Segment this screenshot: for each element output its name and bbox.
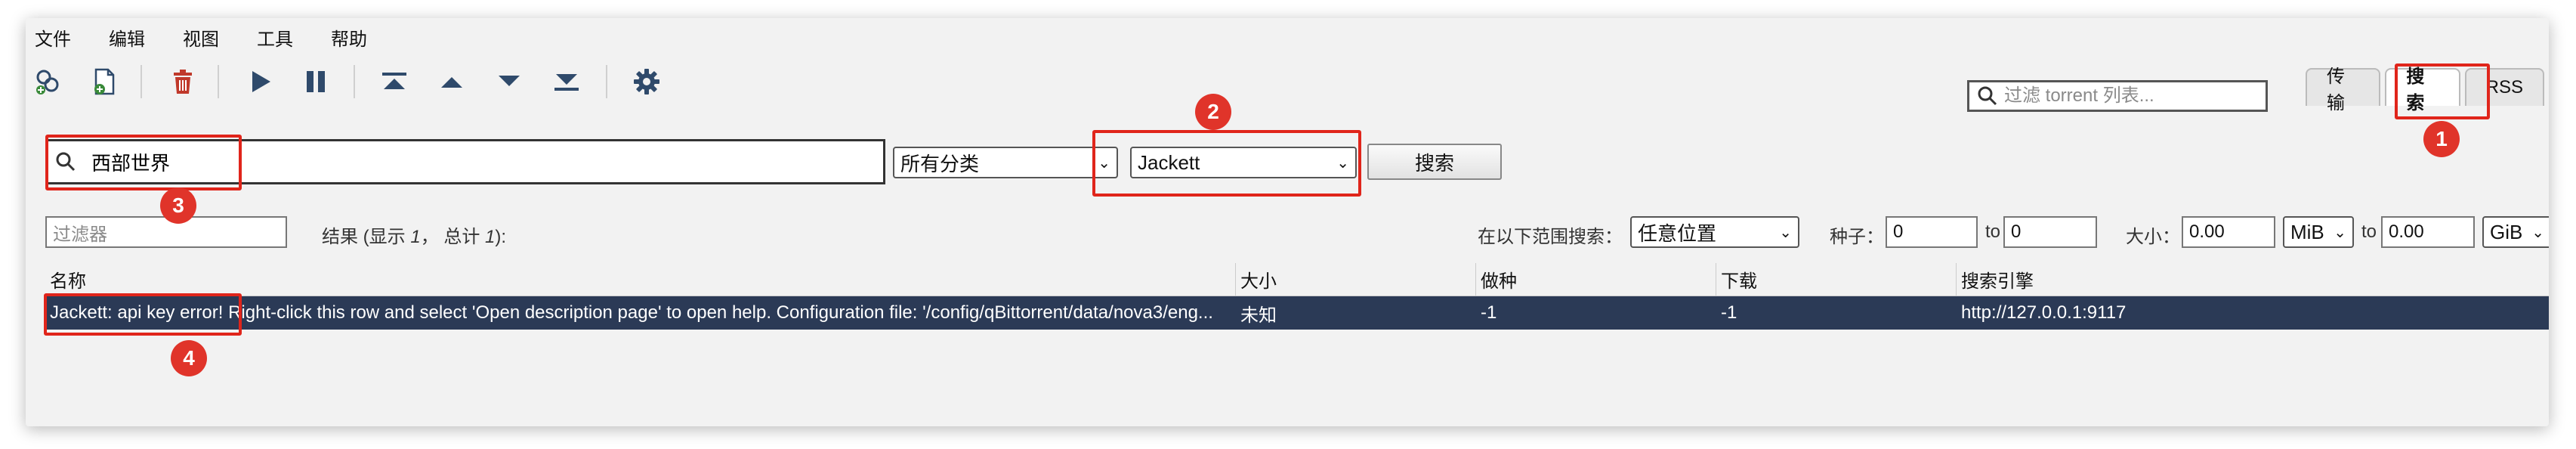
move-up-button[interactable]: [435, 65, 468, 98]
chevron-down-icon: ⌄: [2531, 224, 2544, 241]
category-select[interactable]: 所有分类 ⌄: [893, 147, 1118, 178]
size-min-unit-select[interactable]: MiB ⌄: [2283, 216, 2354, 248]
plugin-select[interactable]: Jackett ⌄: [1130, 147, 1357, 178]
category-select-value: 所有分类: [900, 152, 980, 175]
results-shown: 1: [410, 227, 421, 247]
annotation-badge-2: 2: [1195, 94, 1231, 130]
tab-transfers[interactable]: 传输: [2306, 67, 2381, 113]
search-icon: [56, 152, 76, 172]
size-max-unit-value: GiB: [2490, 220, 2523, 243]
tab-search[interactable]: 搜索: [2385, 67, 2460, 113]
menu-file[interactable]: 文件: [32, 21, 74, 54]
toolbar-separator: [218, 65, 219, 98]
results-filter-input[interactable]: 过滤器: [45, 216, 287, 248]
size-min-input[interactable]: 0.00: [2182, 216, 2275, 248]
chevron-down-icon: ⌄: [1336, 154, 1349, 172]
add-torrent-file-button[interactable]: [88, 65, 121, 98]
size-max-input[interactable]: 0.00: [2381, 216, 2475, 248]
tab-bar: 传输 搜索 RSS: [2306, 67, 2549, 113]
size-max-unit-select[interactable]: GiB ⌄: [2482, 216, 2549, 248]
seeds-min-input[interactable]: 0: [1886, 216, 1978, 248]
toolbar-separator: [141, 65, 142, 98]
chevron-down-icon: ⌄: [1779, 224, 1792, 241]
add-torrent-file-icon: [94, 68, 115, 95]
pause-icon: [307, 71, 325, 92]
size-to-label: to: [2361, 221, 2377, 242]
move-up-icon: [441, 77, 462, 88]
torrent-filter-box[interactable]: [1967, 80, 2268, 112]
search-in-value: 任意位置: [1638, 221, 1717, 245]
resume-icon: [252, 71, 270, 92]
toolbar-separator: [606, 65, 607, 98]
plugin-select-value: Jackett: [1138, 150, 1200, 174]
size-label: 大小：: [2126, 227, 2180, 247]
settings-icon: [634, 69, 659, 94]
seeds-label: 种子：: [1830, 227, 1884, 247]
menu-bar: 文件 编辑 视图 工具 帮助: [26, 18, 2549, 56]
torrent-filter-input[interactable]: [2004, 85, 2253, 107]
menu-help[interactable]: 帮助: [328, 21, 370, 54]
results-mid: ， 总计: [420, 227, 486, 247]
search-in-label: 在以下范围搜索：: [1478, 227, 1623, 247]
add-torrent-link-icon: [36, 70, 59, 94]
tab-rss[interactable]: RSS: [2464, 68, 2544, 106]
table-row[interactable]: Jackett: api key error! Right-click this…: [45, 296, 2549, 330]
annotation-badge-1: 1: [2423, 121, 2460, 157]
toolbar-separator: [354, 65, 355, 98]
chevron-down-icon: ⌄: [2334, 224, 2346, 241]
result-size: 未知: [1240, 305, 1277, 326]
seeds-to-label: to: [1985, 221, 2001, 242]
search-button[interactable]: 搜索: [1367, 144, 1502, 180]
column-header-name[interactable]: 名称: [45, 263, 1236, 296]
move-top-button[interactable]: [378, 65, 411, 98]
results-suffix: ):: [495, 227, 507, 247]
resume-button[interactable]: [243, 65, 276, 98]
column-header-leechers[interactable]: 下载: [1716, 263, 1957, 296]
menu-view[interactable]: 视图: [180, 21, 222, 54]
search-query-box[interactable]: [45, 139, 885, 184]
column-header-seeds[interactable]: 做种: [1476, 263, 1716, 296]
search-query-input[interactable]: [91, 150, 771, 174]
settings-button[interactable]: [630, 65, 663, 98]
chevron-down-icon: ⌄: [1098, 154, 1110, 172]
add-torrent-link-button[interactable]: [32, 65, 65, 98]
move-down-button[interactable]: [493, 65, 526, 98]
annotation-badge-3: 3: [160, 187, 196, 224]
move-down-icon: [499, 76, 520, 86]
seeds-max-input[interactable]: 0: [2003, 216, 2097, 248]
menu-tools[interactable]: 工具: [254, 21, 296, 54]
menu-edit[interactable]: 编辑: [106, 21, 148, 54]
annotation-badge-4: 4: [171, 340, 207, 376]
table-header: 名称 大小 做种 下载 搜索引擎: [45, 263, 2549, 296]
move-top-icon: [382, 73, 406, 89]
results-total: 1: [485, 227, 496, 247]
result-seeds: -1: [1481, 302, 1497, 323]
results-count: 结果 (显示 1， 总计 1):: [322, 221, 506, 248]
search-in-select[interactable]: 任意位置 ⌄: [1630, 216, 1799, 248]
search-icon: [1978, 86, 1997, 106]
size-min-unit-value: MiB: [2290, 220, 2324, 243]
toolbar: [26, 57, 2549, 112]
column-header-size[interactable]: 大小: [1236, 263, 1476, 296]
result-engine: http://127.0.0.1:9117: [1961, 302, 2127, 323]
results-table: 名称 大小 做种 下载 搜索引擎 Jackett: api key error!…: [45, 263, 2549, 330]
result-name: Jackett: api key error! Right-click this…: [50, 302, 1213, 323]
delete-icon: [174, 70, 192, 94]
qbittorrent-window: 文件 编辑 视图 工具 帮助 过滤 torrent 列表... 传输 搜索 RS…: [26, 18, 2549, 426]
column-header-engine[interactable]: 搜索引擎: [1957, 263, 2549, 296]
results-prefix: 结果 (显示: [322, 227, 411, 247]
result-leechers: -1: [1721, 302, 1737, 323]
delete-button[interactable]: [166, 65, 199, 98]
pause-button[interactable]: [299, 65, 332, 98]
move-bottom-icon: [554, 74, 579, 91]
move-bottom-button[interactable]: [550, 65, 583, 98]
